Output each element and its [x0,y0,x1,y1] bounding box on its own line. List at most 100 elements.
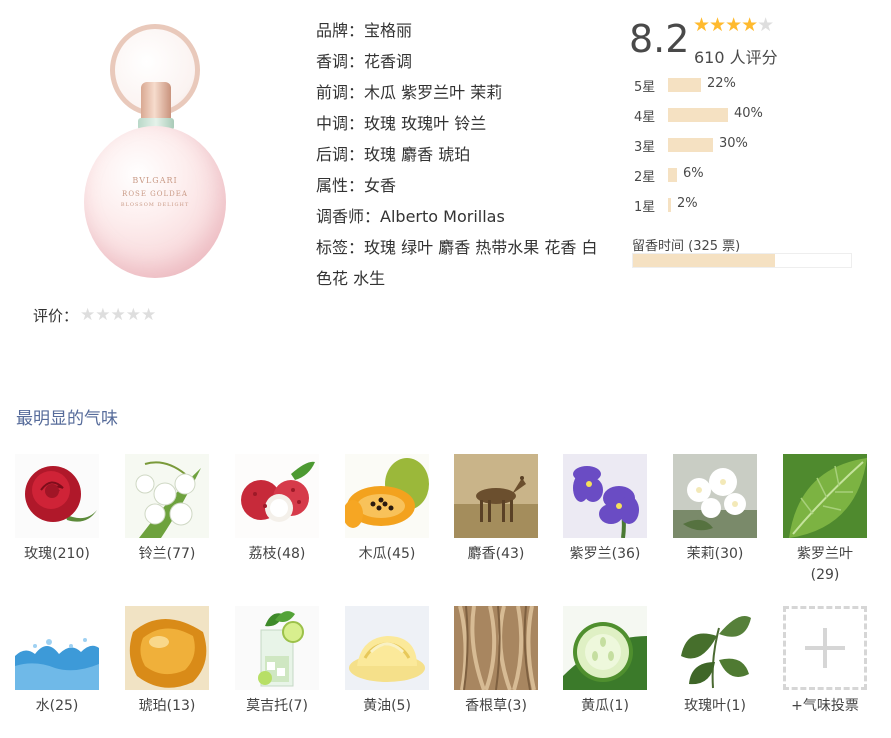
butter-icon [345,606,429,690]
note-label: 黄油(5) [363,698,411,714]
distribution-track [668,108,738,122]
note-jasmine[interactable]: 茉莉(30) [660,454,770,565]
distribution-bar [668,108,728,122]
distribution-label: 1星 [634,200,656,215]
rose-leaf-icon [673,606,757,690]
vote-note-button[interactable]: +气味投票 [770,606,880,717]
bottle-label-name: ROSE GOLDEA [122,190,188,198]
distribution-percent: 40% [734,106,763,121]
attribute-key: 调香师 [316,207,365,226]
attribute-separator [348,238,364,257]
note-papaya[interactable]: 木瓜(45) [332,454,442,565]
user-rating-star[interactable]: ★ [80,307,95,324]
sillage-bar [632,253,852,268]
distribution-row: 4星 40% [634,100,834,130]
attribute-value[interactable]: 女香 [364,176,396,195]
distribution-percent: 2% [677,196,698,211]
attribute-value[interactable]: 花香调 [364,52,412,71]
note-label: 紫罗兰叶 (29) [797,546,853,583]
note-lily-of-the-valley[interactable]: 铃兰(77) [112,454,222,565]
sillage-label: 留香时间 (325 票) [632,239,741,254]
note-butter[interactable]: 黄油(5) [332,606,442,717]
lily-of-the-valley-icon [125,454,209,538]
note-label: 荔枝(48) [248,546,306,562]
user-rating: 评价： ★ ★ ★ ★ ★ [33,305,156,326]
distribution-bar [668,78,701,92]
note-rose-leaf[interactable]: 玫瑰叶(1) [660,606,770,717]
notes-section-title: 最明显的气味 [16,409,118,429]
attribute-key: 标签 [316,238,349,257]
distribution-bar [668,138,713,152]
distribution-percent: 6% [683,166,704,181]
attribute-value[interactable]: Alberto Morillas [380,207,505,226]
note-label: 铃兰(77) [138,546,196,562]
attribute-row: 调香师 Alberto Morillas [316,201,598,232]
note-label: 香根草(3) [465,698,527,714]
note-lychee[interactable]: 荔枝(48) [222,454,332,565]
attribute-row: 标签玫瑰 绿叶 麝香 热带水果 花香 白色花 水生 [316,232,598,294]
rating-count: 610 人评分 [694,48,778,67]
attribute-row: 中调玫瑰 玫瑰叶 铃兰 [316,108,598,139]
note-label: 琥珀(13) [138,698,196,714]
note-amber[interactable]: 琥珀(13) [112,606,222,717]
amber-icon [125,606,209,690]
note-label: 紫罗兰(36) [569,546,641,562]
distribution-label: 3星 [634,140,656,155]
note-label: 玫瑰(210) [24,546,90,562]
attribute-value[interactable]: 玫瑰 麝香 琥珀 [364,145,470,164]
user-rating-star[interactable]: ★ [95,307,110,324]
distribution-label: 2星 [634,170,656,185]
user-rating-stars[interactable]: ★ ★ ★ ★ ★ [80,307,156,324]
note-label: 莫吉托(7) [246,698,308,714]
product-image: BVLGARI ROSE GOLDEA BLOSSOM DELIGHT [66,16,244,282]
attribute-value[interactable]: 宝格丽 [364,21,412,40]
distribution-bar [668,198,671,212]
attribute-row: 前调木瓜 紫罗兰叶 茉莉 [316,77,598,108]
score-stars: ★★★★★ [693,14,774,36]
attribute-row: 香调花香调 [316,46,598,77]
distribution-bar [668,168,677,182]
attribute-key: 前调 [316,83,349,102]
user-rating-star[interactable]: ★ [126,307,141,324]
rose-icon [15,454,99,538]
attribute-value[interactable]: 木瓜 紫罗兰叶 茉莉 [364,83,502,102]
note-violet-leaf[interactable]: 紫罗兰叶 (29) [770,454,880,586]
bottle-label-brand: BVLGARI [132,176,178,185]
attribute-separator [348,21,364,40]
note-label: 木瓜(45) [358,546,416,562]
note-cucumber[interactable]: 黄瓜(1) [550,606,660,717]
note-musk[interactable]: 麝香(43) [441,454,551,565]
jasmine-icon [673,454,757,538]
attribute-key: 香调 [316,52,349,71]
bottle-body: BVLGARI ROSE GOLDEA BLOSSOM DELIGHT [84,126,226,278]
note-label: 玫瑰叶(1) [684,698,746,714]
attribute-value[interactable]: 玫瑰 玫瑰叶 铃兰 [364,114,486,133]
note-rose[interactable]: 玫瑰(210) [2,454,112,565]
distribution-row: 3星 30% [634,130,834,160]
attribute-separator [364,207,380,226]
bottle-label-sub: BLOSSOM DELIGHT [120,202,190,208]
attribute-separator [348,145,364,164]
bottle-cap [141,82,171,122]
rating-distribution: 5星 22% 4星 40% 3星 30% 2星 6% 1星 2% [634,70,834,220]
distribution-percent: 30% [719,136,748,151]
papaya-icon [345,454,429,538]
note-water[interactable]: 水(25) [2,606,112,717]
user-rating-label: 评价： [33,307,79,325]
note-violet[interactable]: 紫罗兰(36) [550,454,660,565]
attribute-row: 属性女香 [316,170,598,201]
attribute-key: 中调 [316,114,349,133]
mojito-icon [235,606,319,690]
score-stars-empty: ★ [757,14,774,36]
distribution-label: 4星 [634,110,656,125]
attribute-row: 品牌宝格丽 [316,15,598,46]
lychee-icon [235,454,319,538]
user-rating-star[interactable]: ★ [111,307,126,324]
distribution-label: 5星 [634,80,656,95]
note-vetiver[interactable]: 香根草(3) [441,606,551,717]
attribute-key: 后调 [316,145,349,164]
note-mojito[interactable]: 莫吉托(7) [222,606,332,717]
violet-icon [563,454,647,538]
musk-deer-icon [454,454,538,538]
user-rating-star[interactable]: ★ [141,307,156,324]
